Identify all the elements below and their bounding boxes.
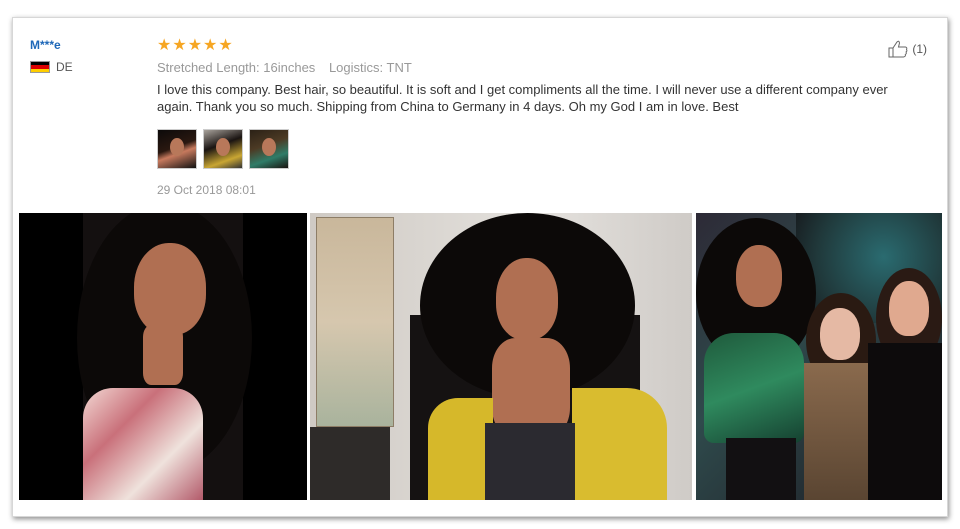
photo-thumbnails	[157, 129, 927, 169]
photo-thumbnail-2[interactable]	[203, 129, 243, 169]
photo-thumbnail-3[interactable]	[249, 129, 289, 169]
helpful-button[interactable]: (1)	[888, 40, 927, 58]
star-icon: ★	[172, 37, 187, 54]
helpful-count: (1)	[912, 42, 927, 56]
review-photo-3[interactable]	[696, 213, 942, 500]
review-card: M***e DE ★ ★ ★ ★ ★ Stretched Length: 16i…	[12, 17, 948, 517]
stretched-length-value: 16inches	[263, 60, 316, 75]
reviewer-info: M***e DE	[30, 38, 73, 74]
stretched-length-label: Stretched Length:	[157, 60, 260, 75]
review-content: ★ ★ ★ ★ ★ Stretched Length: 16inches Log…	[157, 38, 927, 197]
review-date: 29 Oct 2018 08:01	[157, 183, 256, 197]
star-icon: ★	[187, 37, 203, 54]
star-icon: ★	[203, 37, 218, 54]
star-icon: ★	[157, 37, 172, 54]
review-photo-2[interactable]	[310, 213, 692, 500]
star-rating: ★ ★ ★ ★ ★	[157, 38, 927, 54]
germany-flag-icon	[30, 61, 50, 73]
reviewer-country: DE	[30, 60, 73, 74]
logistics-label: Logistics:	[328, 60, 384, 75]
reviewer-name[interactable]: M***e	[30, 38, 73, 52]
country-code: DE	[56, 60, 73, 74]
photo-thumbnail-1[interactable]	[157, 129, 197, 169]
product-attributes: Stretched Length: 16inches Logistics: TN…	[157, 60, 927, 75]
thumbs-up-icon	[888, 40, 908, 58]
star-icon: ★	[218, 37, 233, 54]
review-photo-1[interactable]	[19, 213, 307, 500]
review-text: I love this company. Best hair, so beaut…	[157, 82, 888, 114]
logistics-value: TNT	[386, 60, 412, 75]
